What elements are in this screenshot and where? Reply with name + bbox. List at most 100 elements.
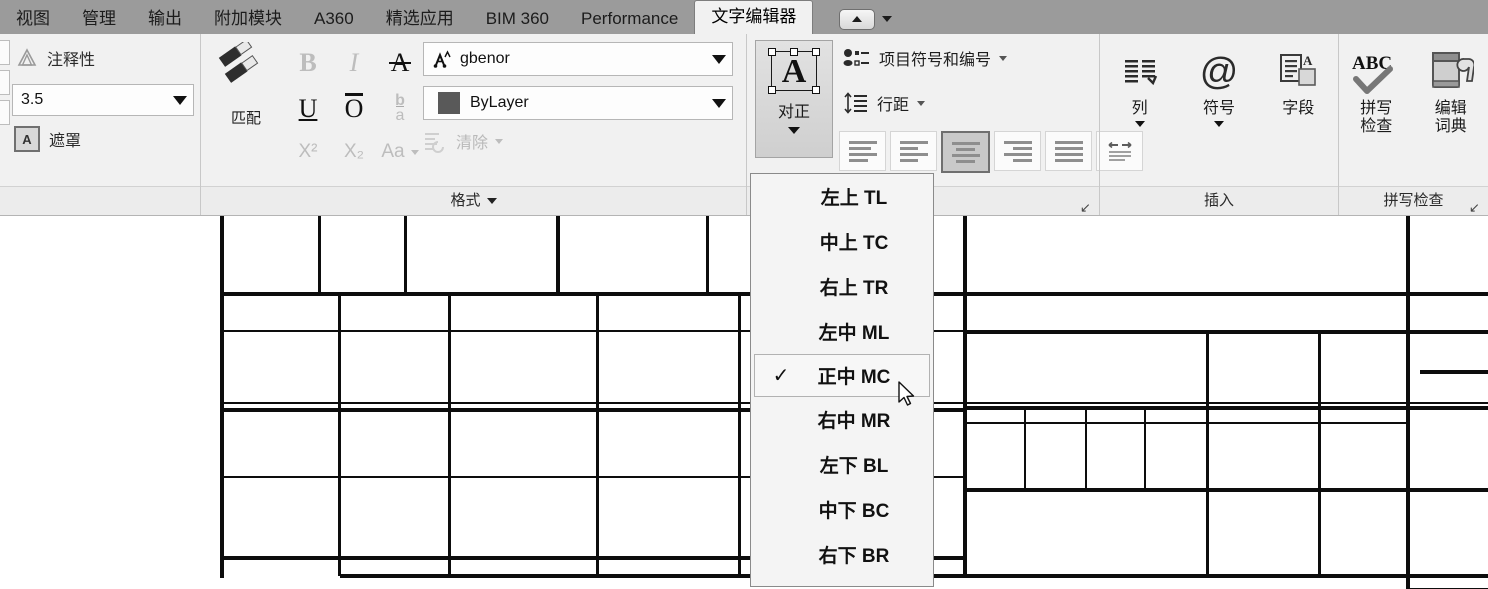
- text-height-combo[interactable]: 3.5: [12, 84, 194, 116]
- at-symbol-icon: @: [1199, 50, 1239, 93]
- chevron-down-icon[interactable]: [167, 95, 193, 105]
- align-center-icon[interactable]: [941, 131, 990, 173]
- field-button[interactable]: A 字段: [1262, 44, 1334, 127]
- background-mask-button[interactable]: A 遮罩: [14, 126, 81, 152]
- panel-spellcheck: ABC 拼写 检查 编辑 词典 拼写检查 ↘: [1338, 34, 1488, 215]
- ribbon: 注释性 3.5 A 遮罩 匹配 B I A U O b a X² X₂ Aa g…: [0, 34, 1488, 216]
- columns-label: 列: [1131, 100, 1148, 117]
- table-line-v: [1406, 216, 1410, 589]
- panel-formatting-label[interactable]: 格式: [201, 186, 746, 215]
- edit-dictionary-label-1: 编辑: [1434, 100, 1467, 117]
- menu-item-top-center[interactable]: 中上 TC: [751, 219, 933, 264]
- chevron-down-icon[interactable]: [706, 98, 732, 108]
- chevron-down-icon[interactable]: [486, 198, 497, 204]
- subscript-button[interactable]: X₂: [331, 130, 377, 174]
- chevron-down-icon[interactable]: [999, 55, 1008, 61]
- menu-item-bottom-left[interactable]: 左下 BL: [751, 442, 933, 487]
- chevron-down-icon[interactable]: [788, 127, 800, 134]
- tab-view[interactable]: 视图: [0, 4, 66, 34]
- minimize-ribbon-button[interactable]: [839, 8, 876, 30]
- superscript-button[interactable]: X²: [285, 130, 331, 174]
- clear-formatting-button[interactable]: 清除: [423, 129, 504, 153]
- style-item[interactable]: [0, 70, 10, 95]
- panel-insert-label-text: 插入: [1203, 192, 1234, 209]
- chevron-down-icon[interactable]: [917, 100, 926, 106]
- symbol-button[interactable]: @ 符号: [1183, 44, 1255, 127]
- table-line-h: [966, 422, 1406, 424]
- font-combo[interactable]: gbenor: [423, 42, 733, 76]
- tab-output[interactable]: 输出: [132, 4, 198, 34]
- underline-button[interactable]: U: [285, 87, 331, 131]
- spell-check-button[interactable]: ABC 拼写 检查: [1340, 44, 1412, 136]
- ribbon-tab-bar: 视图 管理 输出 附加模块 A360 精选应用 BIM 360 Performa…: [0, 0, 1488, 35]
- menu-item-bottom-right[interactable]: 右下 BR: [751, 532, 933, 577]
- drawing-canvas[interactable]: L 工艺: [0, 216, 1488, 589]
- menu-item-middle-left[interactable]: 左中 ML: [751, 309, 933, 354]
- match-properties-button[interactable]: 匹配: [215, 39, 277, 128]
- style-item[interactable]: [0, 100, 10, 125]
- match-properties-label: 匹配: [230, 110, 261, 127]
- table-line-v: [596, 292, 599, 576]
- tab-featured-apps[interactable]: 精选应用: [370, 4, 470, 34]
- text-color-combo[interactable]: ByLayer: [423, 86, 733, 120]
- bold-button[interactable]: B: [285, 41, 331, 85]
- tab-manage[interactable]: 管理: [66, 4, 132, 34]
- tab-text-editor[interactable]: 文字编辑器: [694, 0, 814, 34]
- strikethrough-button[interactable]: A: [377, 41, 423, 85]
- overline-button[interactable]: O: [331, 87, 377, 131]
- change-case-button[interactable]: Aa: [377, 130, 423, 174]
- panel-spellcheck-label[interactable]: 拼写检查 ↘: [1339, 186, 1488, 215]
- format-row-1: B I A: [285, 40, 425, 86]
- style-item[interactable]: [0, 40, 10, 65]
- panel-insert: 列 @ 符号 A 字段 插入: [1099, 34, 1338, 215]
- italic-button[interactable]: I: [331, 41, 377, 85]
- format-row-2: U O ba: [285, 86, 425, 132]
- panel-spellcheck-label-text: 拼写检查: [1383, 192, 1444, 209]
- tab-a360[interactable]: A360: [298, 4, 370, 34]
- table-line-v: [1318, 330, 1321, 576]
- style-gallery-stack[interactable]: [0, 40, 10, 130]
- tab-addins[interactable]: 附加模块: [198, 4, 298, 34]
- ribbon-minimize-group: [839, 4, 893, 34]
- table-line-h: [1420, 370, 1488, 374]
- menu-item-label: 右上 TR: [819, 278, 889, 299]
- table-line-v: [1206, 330, 1209, 576]
- chevron-down-icon[interactable]: [1213, 120, 1224, 127]
- table-line-v: [318, 216, 321, 294]
- menu-item-label: 中下 BC: [818, 501, 890, 522]
- mask-icon: A: [14, 126, 40, 152]
- edit-dictionary-button[interactable]: 编辑 词典: [1415, 44, 1487, 136]
- tab-performance[interactable]: Performance: [565, 4, 694, 34]
- chevron-up-icon: [852, 16, 863, 22]
- align-paragraph-icon[interactable]: [839, 131, 886, 171]
- alignment-button-group: [839, 131, 1143, 173]
- table-line-v: [1085, 406, 1087, 490]
- menu-item-bottom-center[interactable]: 中下 BC: [751, 487, 933, 532]
- table-line-v: [1024, 406, 1026, 490]
- annotative-toggle[interactable]: 注释性: [16, 46, 95, 70]
- align-justify-icon[interactable]: [1045, 131, 1092, 171]
- menu-item-top-right[interactable]: 右上 TR: [751, 264, 933, 309]
- chevron-down-icon[interactable]: [706, 54, 732, 64]
- panel-style-label: [0, 186, 200, 215]
- stack-button[interactable]: ba: [377, 87, 423, 131]
- chevron-down-icon[interactable]: [1134, 120, 1145, 127]
- menu-item-label: 右中 MR: [817, 411, 891, 432]
- chevron-down-icon[interactable]: [410, 149, 419, 155]
- tab-bim360[interactable]: BIM 360: [470, 4, 565, 34]
- justify-button[interactable]: A 对正: [755, 40, 833, 158]
- chevron-down-icon[interactable]: [882, 16, 893, 22]
- menu-item-top-left[interactable]: 左上 TL: [751, 174, 933, 219]
- align-right-icon[interactable]: [994, 131, 1041, 171]
- chevron-down-icon[interactable]: [495, 138, 504, 144]
- table-line-v: [963, 216, 967, 578]
- change-case-label: Aa: [381, 141, 405, 162]
- color-swatch: [438, 92, 460, 114]
- columns-button[interactable]: 列: [1104, 44, 1176, 127]
- align-left-icon[interactable]: [890, 131, 937, 171]
- justify-dropdown-menu[interactable]: 左上 TL 中上 TC 右上 TR 左中 ML ✓ 正中 MC 右中 MR 左下…: [750, 173, 934, 587]
- panel-style: 注释性 3.5 A 遮罩: [0, 34, 200, 215]
- table-line-v: [706, 216, 709, 294]
- bullets-numbering-button[interactable]: 项目符号和编号: [843, 46, 1008, 70]
- line-spacing-button[interactable]: 行距: [843, 91, 926, 115]
